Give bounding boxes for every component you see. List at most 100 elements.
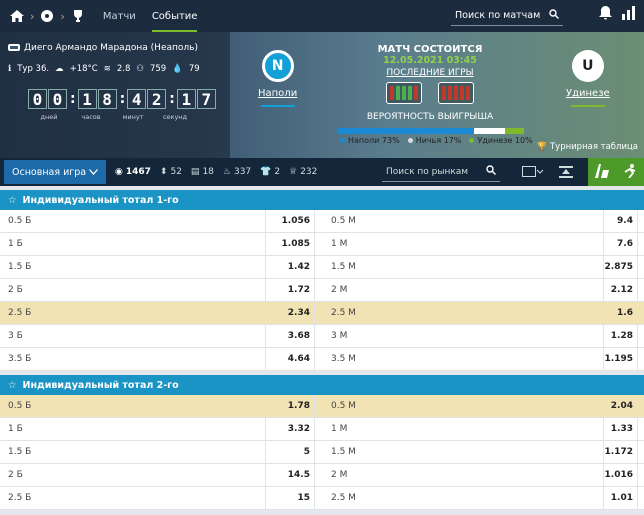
odds-row: 2.5 Б 15 2.5 М 1.01	[0, 487, 644, 510]
market-count-trophy[interactable]: ♕ 232	[289, 167, 317, 177]
form-result-mark	[448, 86, 452, 100]
home-form-box[interactable]	[386, 82, 422, 104]
over-odds[interactable]: 3.68	[265, 325, 315, 347]
nav-event[interactable]: Событие	[151, 11, 197, 32]
market-count-fire[interactable]: ♨ 337	[223, 167, 251, 177]
market-count-target[interactable]: ◉ 1467	[115, 167, 151, 177]
market-count-shirt[interactable]: 👕 2	[260, 167, 280, 177]
star-icon[interactable]: ☆	[8, 195, 17, 206]
stats-chart-icon[interactable]	[622, 6, 636, 23]
timer-label-days: дней	[40, 113, 58, 121]
top-nav-bar: › › Матчи Событие Поиск по матчам	[0, 0, 644, 32]
market-section-header[interactable]: ☆ Индивидуальный тотал 2-го	[0, 375, 644, 395]
last-games-label: ПОСЛЕДНИЕ ИГРЫ	[386, 68, 474, 78]
shirt-icon: 👕	[260, 167, 272, 177]
under-odds[interactable]: 1.016	[603, 464, 638, 486]
away-form-box[interactable]	[438, 82, 474, 104]
timer-label-seconds: секунд	[162, 113, 188, 121]
under-line-label: 3.5 М	[331, 354, 356, 364]
over-odds[interactable]: 14.5	[265, 464, 315, 486]
probability-label: Ничья 17%	[415, 136, 462, 145]
over-odds[interactable]: 1.42	[265, 256, 315, 278]
under-line-label: 1 М	[331, 239, 348, 249]
timer-digit: 8	[97, 89, 117, 109]
over-line-label: 3 Б	[8, 331, 23, 341]
form-result-mark	[408, 86, 412, 100]
timer-label-hours: часов	[81, 113, 101, 121]
under-odds[interactable]: 9.4	[603, 210, 638, 232]
home-team-name[interactable]: Наполи	[258, 88, 297, 99]
timer-label-minutes: минут	[122, 113, 144, 121]
form-result-mark	[396, 86, 400, 100]
over-odds[interactable]: 4.64	[265, 348, 315, 370]
under-line-label: 1.5 М	[331, 262, 356, 272]
over-odds[interactable]: 1.72	[265, 279, 315, 301]
soccer-ball-icon[interactable]	[38, 7, 56, 25]
under-odds[interactable]: 1.6	[603, 302, 638, 324]
timer-colon: :	[169, 91, 175, 107]
standings-link[interactable]: 🏆 Турнирная таблица	[537, 142, 638, 152]
under-odds[interactable]: 2.04	[603, 395, 638, 417]
under-odds[interactable]: 1.01	[603, 487, 638, 509]
over-odds[interactable]: 5	[265, 441, 315, 463]
main-game-select[interactable]: Основная игра	[4, 160, 106, 184]
under-line-label: 0.5 М	[331, 216, 356, 226]
home-icon[interactable]	[8, 7, 26, 25]
target-icon: ◉	[115, 167, 123, 177]
match-datetime: 12.05.2021 03:45	[383, 55, 477, 66]
markets-list: ☆ Индивидуальный тотал 1-го 0.5 Б 1.056 0.5 …	[0, 190, 644, 510]
over-odds[interactable]: 1.085	[265, 233, 315, 255]
collapse-all-icon[interactable]	[559, 166, 573, 181]
form-result-mark	[460, 86, 464, 100]
timer-digit: 2	[147, 89, 167, 109]
live-button[interactable]	[616, 158, 644, 186]
market-count-corner[interactable]: ⬍ 52	[160, 167, 182, 177]
probability-legend-item: Ничья 17%	[407, 136, 462, 145]
market-search-placeholder: Поиск по рынкам	[386, 166, 469, 177]
over-line-label: 2.5 Б	[8, 493, 32, 503]
over-line-label: 2 Б	[8, 470, 23, 480]
under-odds[interactable]: 2.875	[603, 256, 638, 278]
under-odds[interactable]: 7.6	[603, 233, 638, 255]
round: Тур 36.	[17, 64, 50, 74]
chevron-right-icon: ›	[30, 9, 35, 23]
nav-matches[interactable]: Матчи	[103, 11, 136, 22]
trophy-icon[interactable]	[69, 7, 87, 25]
over-odds[interactable]: 3.32	[265, 418, 315, 440]
match-status: МАТЧ СОСТОИТСЯ	[377, 44, 483, 55]
home-team[interactable]: N Наполи	[258, 50, 297, 107]
probability-segment	[505, 128, 524, 134]
star-icon[interactable]: ☆	[8, 380, 17, 391]
under-odds[interactable]: 1.172	[603, 441, 638, 463]
timer-digit: 1	[77, 89, 97, 109]
market-search-input[interactable]: Поиск по рынкам	[382, 162, 500, 182]
over-odds[interactable]: 2.34	[265, 302, 315, 324]
layout-toggle-icon[interactable]	[522, 166, 544, 181]
odds-row: 1.5 Б 1.42 1.5 М 2.875	[0, 256, 644, 279]
over-odds[interactable]: 1.056	[265, 210, 315, 232]
under-odds[interactable]: 1.28	[603, 325, 638, 347]
away-team[interactable]: U Удинезе	[566, 50, 610, 107]
under-odds[interactable]: 2.12	[603, 279, 638, 301]
market-section-header[interactable]: ☆ Индивидуальный тотал 1-го	[0, 190, 644, 210]
field-view-button[interactable]	[588, 158, 616, 186]
fire-icon: ♨	[222, 167, 231, 177]
search-icon	[549, 9, 559, 22]
runner-icon	[623, 163, 637, 181]
under-odds[interactable]: 1.33	[603, 418, 638, 440]
market-count-card[interactable]: ▤ 18	[191, 167, 214, 177]
away-team-name[interactable]: Удинезе	[566, 88, 610, 99]
market-count-value: 1467	[125, 167, 151, 177]
match-search-input[interactable]: Поиск по матчам	[451, 6, 563, 26]
over-odds[interactable]: 15	[265, 487, 315, 509]
trophy-icon: 🏆	[536, 142, 548, 152]
bell-icon[interactable]	[599, 5, 612, 23]
trophy-icon: ♕	[289, 167, 298, 177]
over-odds[interactable]: 1.78	[265, 395, 315, 417]
under-line-label: 2 М	[331, 285, 348, 295]
legend-dot	[407, 138, 413, 143]
over-line-label: 2.5 Б	[8, 308, 32, 318]
form-result-mark	[466, 86, 470, 100]
under-odds[interactable]: 1.195	[603, 348, 638, 370]
people-icon: ⚇	[136, 64, 144, 74]
